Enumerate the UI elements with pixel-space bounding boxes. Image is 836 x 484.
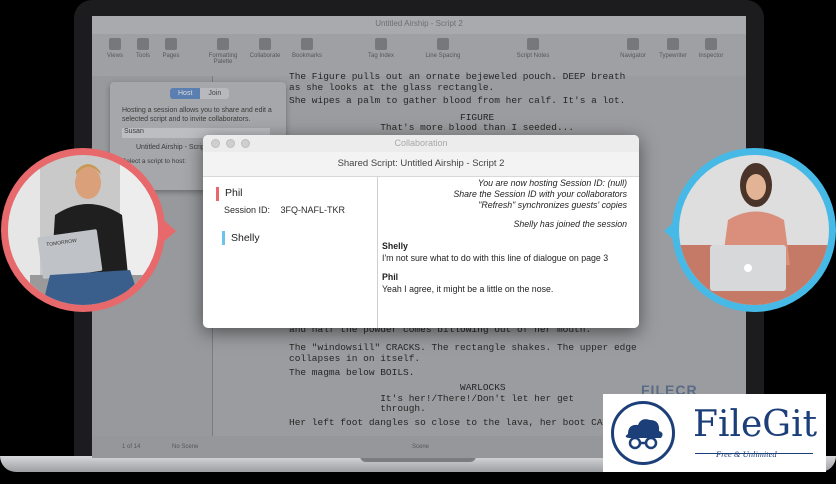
user-phil[interactable]: Phil — [225, 187, 243, 199]
script-line: The Figure pulls out an ornate bejeweled… — [289, 71, 626, 82]
views-icon — [109, 38, 121, 50]
user-color-marker — [216, 187, 219, 201]
chat-author: Shelly — [382, 241, 408, 251]
toolbar-inspector-button[interactable]: Inspector — [690, 38, 732, 59]
app-window-title: Untitled Airship - Script 2 — [375, 19, 463, 28]
collaboration-title: Collaboration — [394, 138, 448, 148]
filegit-wordmark: FileGit — [693, 404, 818, 445]
app-titlebar: Untitled Airship - Script 2 — [92, 16, 746, 34]
toolbar-navigator-button[interactable]: Navigator — [612, 38, 654, 59]
filegit-badge: FileGit Free & Unlimited — [603, 394, 826, 472]
shared-script-header: Shared Script: Untitled Airship - Script… — [203, 152, 639, 177]
session-id-label: Session ID: — [224, 205, 271, 215]
person-head — [75, 167, 101, 199]
toolbar-bookmarks-button[interactable]: Bookmarks — [286, 38, 328, 59]
avatar-left: TOMORROW — [1, 148, 176, 312]
pages-icon — [165, 38, 177, 50]
scene-indicator: No Scene — [172, 444, 199, 450]
script-line: WARLOCKS — [289, 382, 506, 393]
script-line: through. — [289, 403, 426, 414]
toolbar-tag-index-button[interactable]: Tag Index — [360, 38, 402, 59]
tools-icon — [137, 38, 149, 50]
laptop-prop — [37, 229, 103, 279]
system-message: "Refresh" synchronizes guests' copies — [478, 200, 627, 210]
tab-host[interactable]: Host — [170, 88, 201, 99]
chat-message: Yeah I agree, it might be a little on th… — [382, 284, 554, 294]
collaboration-window: Collaboration Shared Script: Untitled Ai… — [203, 135, 639, 328]
chat-log: You are now hosting Session ID: (null) S… — [378, 177, 639, 328]
inspector-icon — [705, 38, 717, 50]
script-line: That's more blood than I seeded... — [289, 122, 575, 133]
user-shelly[interactable]: Shelly — [231, 232, 260, 244]
session-description: Hosting a session allows you to share an… — [122, 107, 272, 123]
script-line: collapses in on itself. — [289, 353, 421, 364]
avatar-right — [664, 148, 836, 312]
filegit-tagline: Free & Unlimited — [716, 449, 777, 459]
chat-author: Phil — [382, 272, 399, 282]
typewriter-icon — [667, 38, 679, 50]
tab-join[interactable]: Join — [200, 88, 230, 99]
script-line: The "windowsill" CRACKS. The rectangle s… — [289, 342, 637, 353]
tag-icon — [375, 38, 387, 50]
formatting-icon — [217, 38, 229, 50]
collaboration-titlebar: Collaboration — [203, 135, 639, 153]
notes-icon — [527, 38, 539, 50]
cloud-glasses-icon — [611, 401, 675, 465]
scene-label: Scene — [412, 444, 430, 450]
shared-script-title: Shared Script: Untitled Airship - Script… — [337, 158, 505, 169]
users-list: Phil Session ID: 3FQ-NAFL-TKR Shelly — [203, 177, 378, 328]
chat-message: I'm not sure what to do with this line o… — [382, 253, 609, 263]
system-message: You are now hosting Session ID: (null) — [477, 178, 627, 188]
apple-logo-icon — [744, 264, 752, 272]
navigator-icon — [627, 38, 639, 50]
toolbar-formatting-button[interactable]: Formatting Palette — [202, 38, 244, 65]
session-id-value: 3FQ-NAFL-TKR — [280, 205, 346, 215]
toolbar-pages-button[interactable]: Pages — [150, 38, 192, 59]
system-message: Shelly has joined the session — [513, 219, 627, 229]
session-id-row: Session ID: 3FQ-NAFL-TKR — [224, 205, 345, 215]
user-color-marker — [222, 231, 225, 245]
toolbar-script-notes-button[interactable]: Script Notes — [512, 38, 554, 59]
person-head — [746, 174, 766, 200]
page-indicator: 1 of 14 — [122, 444, 141, 450]
script-line: as she looks at the glass rectangle. — [289, 82, 495, 93]
line-spacing-icon — [437, 38, 449, 50]
system-message: Share the Session ID with your collabora… — [453, 189, 627, 199]
bookmark-icon — [301, 38, 313, 50]
script-line: Her left foot dangles so close to the la… — [289, 417, 632, 428]
session-mode-tabs: Host Join — [170, 88, 230, 99]
toolbar-typewriter-button[interactable]: Typewriter — [652, 38, 694, 59]
toolbar-line-spacing-button[interactable]: Line Spacing — [422, 38, 464, 59]
script-line: She wipes a palm to gather blood from he… — [289, 95, 626, 106]
toolbar-collaborate-button[interactable]: Collaborate — [244, 38, 286, 59]
script-line: The magma below BOILS. — [289, 367, 415, 378]
collaborate-icon — [259, 38, 271, 50]
